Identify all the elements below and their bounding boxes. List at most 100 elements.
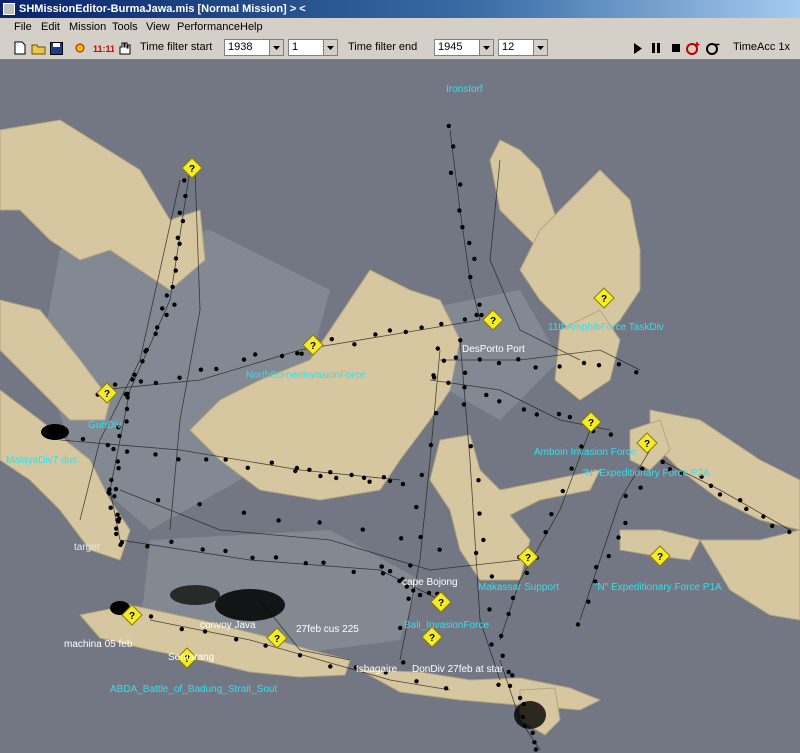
waypoint-dot — [419, 472, 424, 478]
waypoint-dot — [125, 395, 130, 400]
stop-icon[interactable] — [668, 40, 684, 56]
map-label: DesPorto Port — [462, 344, 525, 355]
hand-icon[interactable] — [116, 40, 132, 56]
waypoint-dot — [489, 642, 494, 647]
waypoint-dot — [253, 352, 258, 357]
menu-tools[interactable]: Tools — [112, 21, 138, 33]
waypoint-dot — [581, 360, 587, 366]
start-year-select[interactable]: 1938 — [224, 39, 284, 56]
waypoint-dot — [177, 241, 182, 246]
map-label: machina 05 feb — [64, 639, 133, 650]
waypoint-dot — [761, 514, 766, 519]
waypoint-dot — [334, 475, 339, 481]
unit-icon[interactable] — [72, 40, 88, 56]
open-folder-icon[interactable] — [30, 40, 46, 56]
waypoint-dot — [173, 256, 179, 261]
waypoint-dot — [575, 622, 581, 627]
waypoint-dot — [446, 380, 451, 385]
waypoint-dot — [596, 363, 602, 368]
waypoint-dot — [439, 321, 444, 327]
start-year-value: 1938 — [228, 41, 253, 53]
waypoint-dot — [360, 527, 365, 532]
map-label: tsbagaire — [356, 664, 398, 675]
waypoint-dot — [204, 457, 209, 462]
waypoint-dot — [276, 518, 281, 523]
waypoint-dot — [153, 380, 159, 386]
waypoint-dot — [299, 351, 304, 356]
waypoint-dot — [556, 411, 562, 417]
menu-edit[interactable]: Edit — [41, 21, 60, 33]
play-icon[interactable] — [630, 40, 646, 56]
waypoint-dot — [349, 472, 354, 478]
waypoint-dot — [500, 653, 505, 658]
waypoint-dot — [462, 370, 468, 375]
map-view[interactable]: ?????????????? Ironstorf NorthBorneoInva… — [0, 60, 800, 753]
waypoint-dot — [132, 372, 137, 377]
waypoint-dot — [428, 442, 434, 448]
waypoint-dot — [414, 679, 419, 684]
menu-performance[interactable]: Performance — [177, 21, 240, 33]
waypoint-dot — [543, 530, 548, 535]
svg-text:?: ? — [588, 418, 594, 429]
end-month-select[interactable]: 12 — [498, 39, 548, 56]
waypoint-dot — [477, 511, 482, 516]
svg-text:?: ? — [490, 316, 496, 327]
end-year-select[interactable]: 1945 — [434, 39, 494, 56]
waypoint-dot — [557, 364, 562, 369]
waypoint-dot — [397, 578, 402, 584]
waypoint-dot — [406, 596, 411, 601]
waypoint-dot — [328, 470, 333, 475]
waypoint-dot — [160, 306, 165, 311]
waypoint-dot — [138, 379, 144, 384]
waypoint-dot — [744, 506, 749, 512]
time-icon[interactable]: 11:11 — [92, 40, 114, 56]
save-icon[interactable] — [48, 40, 64, 56]
waypoint-dot — [112, 382, 118, 387]
waypoint-dot — [481, 537, 486, 543]
waypoint-dot — [245, 465, 250, 470]
waypoint-dot — [223, 548, 228, 554]
menu-help[interactable]: Help — [240, 21, 263, 33]
waypoint-dot — [155, 498, 161, 503]
chevron-down-icon[interactable] — [323, 40, 337, 55]
waypoint-dot — [460, 225, 465, 230]
waypoint-dot — [479, 312, 484, 318]
svg-text:?: ? — [189, 164, 195, 175]
speed-up-icon[interactable] — [686, 40, 702, 56]
waypoint-dot — [170, 284, 175, 290]
waypoint-dot — [787, 529, 792, 535]
waypoint-dot — [111, 446, 116, 452]
waypoint-dot — [411, 588, 416, 593]
new-file-icon[interactable] — [12, 40, 28, 56]
waypoint-dot — [660, 459, 665, 465]
waypoint-dot — [417, 592, 423, 598]
map-label: "N" Expeditionary Force P1A — [594, 582, 722, 593]
time-filter-end-label: Time filter end — [348, 41, 418, 53]
waypoint-dot — [176, 457, 181, 462]
menu-file[interactable]: File — [14, 21, 32, 33]
waypoint-dot — [351, 569, 356, 575]
waypoint-dot — [594, 564, 599, 570]
waypoint-dot — [387, 328, 393, 333]
waypoint-dot — [367, 479, 372, 484]
map-label: NorthBorneoInvasionForce — [246, 370, 366, 381]
menu-view[interactable]: View — [146, 21, 170, 33]
start-month-select[interactable]: 1 — [288, 39, 338, 56]
map-label: GuhDiv — [88, 420, 121, 431]
waypoint-dot — [200, 547, 205, 552]
waypoint-dot — [179, 626, 184, 632]
waypoint-dot — [361, 475, 367, 480]
end-year-value: 1945 — [438, 41, 463, 53]
chevron-down-icon[interactable] — [479, 40, 493, 55]
map-label: "N" Expeditionary Force P2A — [582, 468, 710, 479]
waypoint-dot — [434, 411, 439, 416]
waypoint-dot — [400, 481, 406, 487]
pause-icon[interactable] — [648, 40, 664, 56]
waypoint-dot — [115, 512, 120, 517]
waypoint-dot — [477, 302, 482, 307]
waypoint-dot — [153, 452, 158, 457]
menu-mission[interactable]: Mission — [69, 21, 106, 33]
chevron-down-icon[interactable] — [533, 40, 547, 55]
chevron-down-icon[interactable] — [269, 40, 283, 55]
slow-down-icon[interactable] — [706, 40, 722, 56]
